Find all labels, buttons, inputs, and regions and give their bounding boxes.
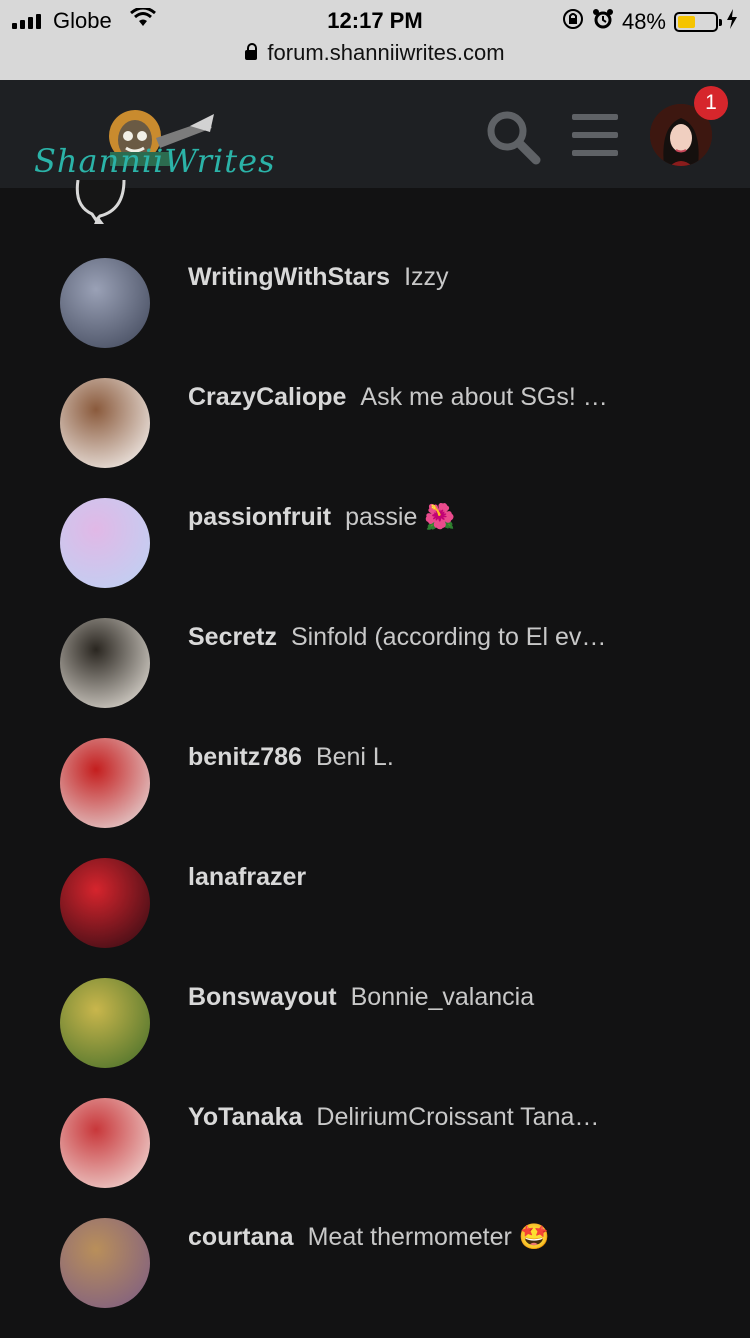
address-bar[interactable]: forum.shanniiwrites.com bbox=[0, 40, 750, 66]
member-text: CrazyCaliope Ask me about SGs! … bbox=[188, 383, 638, 412]
battery-percent: 48% bbox=[621, 9, 666, 34]
avatar[interactable] bbox=[60, 978, 150, 1068]
member-text: YoTanaka DeliriumCroissant Tana… bbox=[188, 1103, 638, 1132]
rotation-lock-icon bbox=[562, 8, 584, 36]
member-username[interactable]: courtana bbox=[188, 1223, 294, 1251]
member-title: Beni L. bbox=[315, 743, 394, 771]
avatar[interactable] bbox=[60, 258, 150, 348]
search-button[interactable] bbox=[484, 108, 542, 166]
avatar[interactable] bbox=[60, 1098, 150, 1188]
member-text: WritingWithStars Izzy bbox=[188, 263, 638, 292]
notification-badge[interactable]: 1 bbox=[694, 86, 728, 120]
list-item[interactable]: Bonswayout Bonnie_valancia bbox=[0, 978, 750, 1098]
alarm-icon bbox=[592, 8, 614, 36]
member-username[interactable]: lanafrazer bbox=[188, 863, 306, 891]
member-username[interactable]: Secretz bbox=[188, 623, 277, 651]
member-username[interactable]: YoTanaka bbox=[188, 1103, 302, 1131]
site-header: ShanniiWrites 1 bbox=[0, 80, 750, 188]
member-title: Bonnie_valancia bbox=[350, 983, 535, 1011]
avatar[interactable] bbox=[60, 618, 150, 708]
member-username[interactable]: passionfruit bbox=[188, 503, 331, 531]
avatar[interactable] bbox=[72, 180, 130, 228]
member-text: Secretz Sinfold (according to El ev… bbox=[188, 623, 638, 652]
member-username[interactable]: benitz786 bbox=[188, 743, 302, 771]
avatar[interactable] bbox=[60, 738, 150, 828]
list-item[interactable]: benitz786 Beni L. bbox=[0, 738, 750, 858]
member-text: Bonswayout Bonnie_valancia bbox=[188, 983, 638, 1012]
list-item[interactable]: passionfruit passie 🌺 bbox=[0, 498, 750, 618]
hamburger-icon bbox=[572, 114, 618, 120]
member-text: benitz786 Beni L. bbox=[188, 743, 638, 772]
member-title: Ask me about SGs! … bbox=[360, 383, 608, 411]
avatar[interactable] bbox=[60, 1218, 150, 1308]
member-title: Izzy bbox=[404, 263, 449, 291]
member-username[interactable]: Bonswayout bbox=[188, 983, 337, 1011]
member-username[interactable]: CrazyCaliope bbox=[188, 383, 346, 411]
list-item[interactable]: WritingWithStars Izzy bbox=[0, 258, 750, 378]
avatar[interactable] bbox=[60, 858, 150, 948]
list-item[interactable]: courtana Meat thermometer 🤩 bbox=[0, 1218, 750, 1338]
site-logo[interactable]: ShanniiWrites bbox=[30, 98, 275, 180]
member-text: courtana Meat thermometer 🤩 bbox=[188, 1223, 638, 1252]
member-title: passie 🌺 bbox=[345, 503, 456, 531]
list-item[interactable]: YoTanaka DeliriumCroissant Tana… bbox=[0, 1098, 750, 1218]
member-username[interactable]: WritingWithStars bbox=[188, 263, 390, 291]
lock-icon bbox=[245, 43, 258, 60]
logo-text: ShanniiWrites bbox=[34, 142, 276, 180]
avatar[interactable] bbox=[60, 498, 150, 588]
url-text: forum.shanniiwrites.com bbox=[267, 40, 505, 65]
status-bar: Globe 12:17 PM 48% forum.shanniiwrites.c… bbox=[0, 0, 750, 80]
member-text: passionfruit passie 🌺 bbox=[188, 503, 638, 532]
avatar[interactable] bbox=[60, 378, 150, 468]
member-title: DeliriumCroissant Tana… bbox=[316, 1103, 600, 1131]
list-item[interactable]: Secretz Sinfold (according to El ev… bbox=[0, 618, 750, 738]
list-item[interactable]: lanafrazer bbox=[0, 858, 750, 978]
member-title: Sinfold (according to El ev… bbox=[290, 623, 607, 651]
charging-icon bbox=[726, 9, 738, 35]
member-title: Meat thermometer 🤩 bbox=[307, 1223, 550, 1251]
list-item[interactable]: CrazyCaliope Ask me about SGs! … bbox=[0, 378, 750, 498]
battery-icon bbox=[674, 12, 722, 32]
member-text: lanafrazer bbox=[188, 863, 638, 892]
menu-button[interactable] bbox=[572, 114, 618, 156]
search-icon bbox=[487, 111, 541, 165]
